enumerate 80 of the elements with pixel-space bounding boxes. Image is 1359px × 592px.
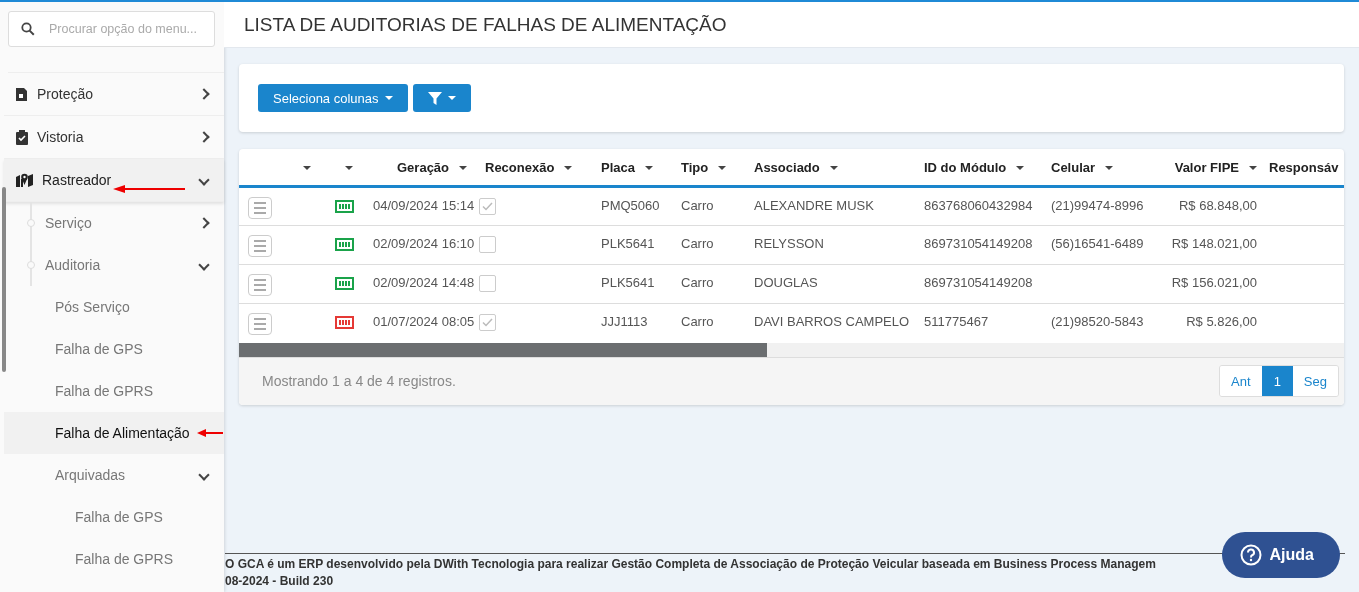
menu-item[interactable]: Falha de Alimentação [4,412,224,454]
table-cell: JJJ1113 [601,314,648,329]
table-cell: Carro [681,236,714,251]
table-cell: Carro [681,275,714,290]
table-cell: Carro [681,198,714,213]
column-header[interactable]: Placa [601,159,635,175]
table-cell: PLK5641 [601,236,655,251]
page-button[interactable]: Ant [1220,366,1262,396]
table-cell: (21)98520-5843 [1051,314,1144,329]
table-cell: 869731054149208 [924,236,1033,251]
sort-caret-icon[interactable] [303,166,311,171]
sort-caret-icon[interactable] [829,166,838,171]
column-header[interactable]: Responsáv [1269,159,1339,175]
column-header[interactable]: ID do Módulo [924,159,1007,175]
filter-icon [427,91,442,105]
map-pin-icon [16,173,33,187]
page-title: LISTA DE AUDITORIAS DE FALHAS DE ALIMENTAÇÃO [244,13,727,36]
table-cell: R$ 148.021,00 [1171,236,1257,251]
sort-caret-icon[interactable] [345,166,353,171]
annotation-arrow [197,429,223,437]
table-cell: 04/09/2024 15:14 [373,198,475,213]
table-cell: ALEXANDRE MUSK [754,198,874,213]
sort-caret-icon[interactable] [718,166,727,171]
sort-caret-icon[interactable] [459,166,468,171]
table-cell: PMQ5060 [601,198,660,213]
table-cell: (21)99474-8996 [1051,198,1144,213]
sort-caret-icon[interactable] [1016,166,1025,171]
scrollbar-thumb[interactable] [239,342,767,357]
footer-build: 08-2024 - Build 230 [225,573,335,590]
table-cell: R$ 156.021,00 [1171,275,1257,290]
menu-item[interactable]: Proteção [4,73,224,116]
table-cell: DAVI BARROS CAMPELO [754,314,910,329]
help-button[interactable]: Ajuda [1221,532,1340,578]
column-header[interactable]: Associado [754,159,820,175]
annotation-arrow [113,185,185,193]
menu-item[interactable]: Arquivadas [4,454,224,496]
search-icon [21,22,35,36]
sort-caret-icon[interactable] [564,166,573,171]
scrollbar-thumb[interactable] [2,187,6,372]
sort-caret-icon[interactable] [1249,166,1257,171]
table-cell: DOUGLAS [754,275,818,290]
column-header[interactable]: Reconexão [485,159,555,175]
table-cell: 869731054149208 [924,275,1033,290]
table-cell: (56)16541-6489 [1051,236,1144,251]
search-field[interactable]: Procurar opção do menu... [8,11,215,47]
table-cell: R$ 68.848,00 [1178,198,1257,213]
checkmark-icon [482,318,493,327]
select-columns-button[interactable]: Seleciona colunas [258,84,408,112]
table-cell: 02/09/2024 16:10 [373,236,475,251]
column-header[interactable]: Valor FIPE [1174,159,1239,175]
column-header[interactable]: Celular [1051,159,1096,175]
table-cell: Carro [681,314,714,329]
column-header[interactable]: Tipo [681,159,709,175]
sort-caret-icon[interactable] [1105,166,1114,171]
table-cell: 02/09/2024 14:48 [373,275,475,290]
table-cell: PLK5641 [601,275,655,290]
menu-item[interactable]: Falha de GPS [4,496,224,538]
records-summary: Mostrando 1 a 4 de 4 registros. [262,373,456,389]
table-cell: 01/07/2024 08:05 [373,314,475,329]
checkmark-icon [482,202,493,211]
sort-caret-icon[interactable] [645,166,653,171]
table-cell: RELYSSON [754,236,824,251]
footer-text: O GCA é um ERP desenvolvido pela DWith Tecnologia para realizar Gestão Completa de Associação de Proteção Veicular baseada em Business Process Managem [225,556,1157,573]
table-cell: R$ 5.826,00 [1186,314,1257,329]
menu-item[interactable]: Falha de GPRS [4,370,224,412]
menu-item[interactable]: Falha de GPRS [4,538,224,580]
menu-item[interactable]: Rastreador [4,159,224,202]
clipboard-icon [16,129,28,145]
tree-node-icon [27,219,35,227]
filter-button[interactable] [412,84,471,112]
table-cell: 863768060432984 [924,198,1033,213]
page-button[interactable]: Seg [1292,366,1338,396]
column-header[interactable]: Geração [397,159,450,175]
menu-item[interactable]: Pós Serviço [4,286,224,328]
help-icon [1239,544,1262,566]
document-icon [16,86,28,102]
page-button[interactable]: 1 [1261,366,1293,396]
menu-item[interactable]: Falha de GPS [4,328,224,370]
tree-node-icon [27,261,35,269]
table-cell: 511775467 [924,314,989,329]
